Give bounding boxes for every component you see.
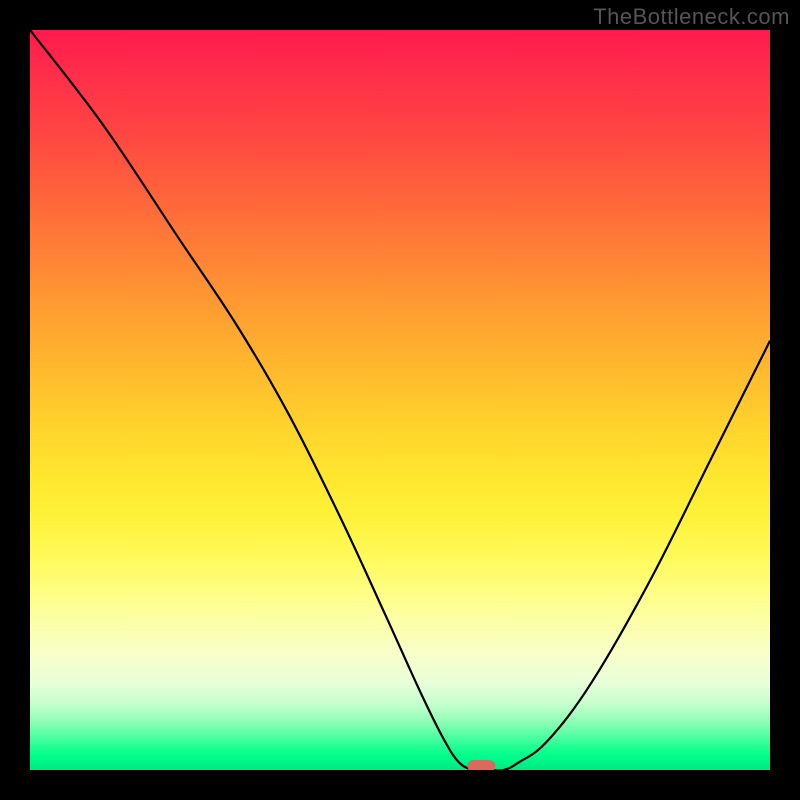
bottleneck-curve — [30, 30, 770, 770]
plot-area — [30, 30, 770, 770]
watermark-text: TheBottleneck.com — [593, 4, 790, 30]
chart-frame: TheBottleneck.com — [0, 0, 800, 800]
optimal-marker — [467, 760, 495, 770]
bottleneck-curve-svg — [30, 30, 770, 770]
